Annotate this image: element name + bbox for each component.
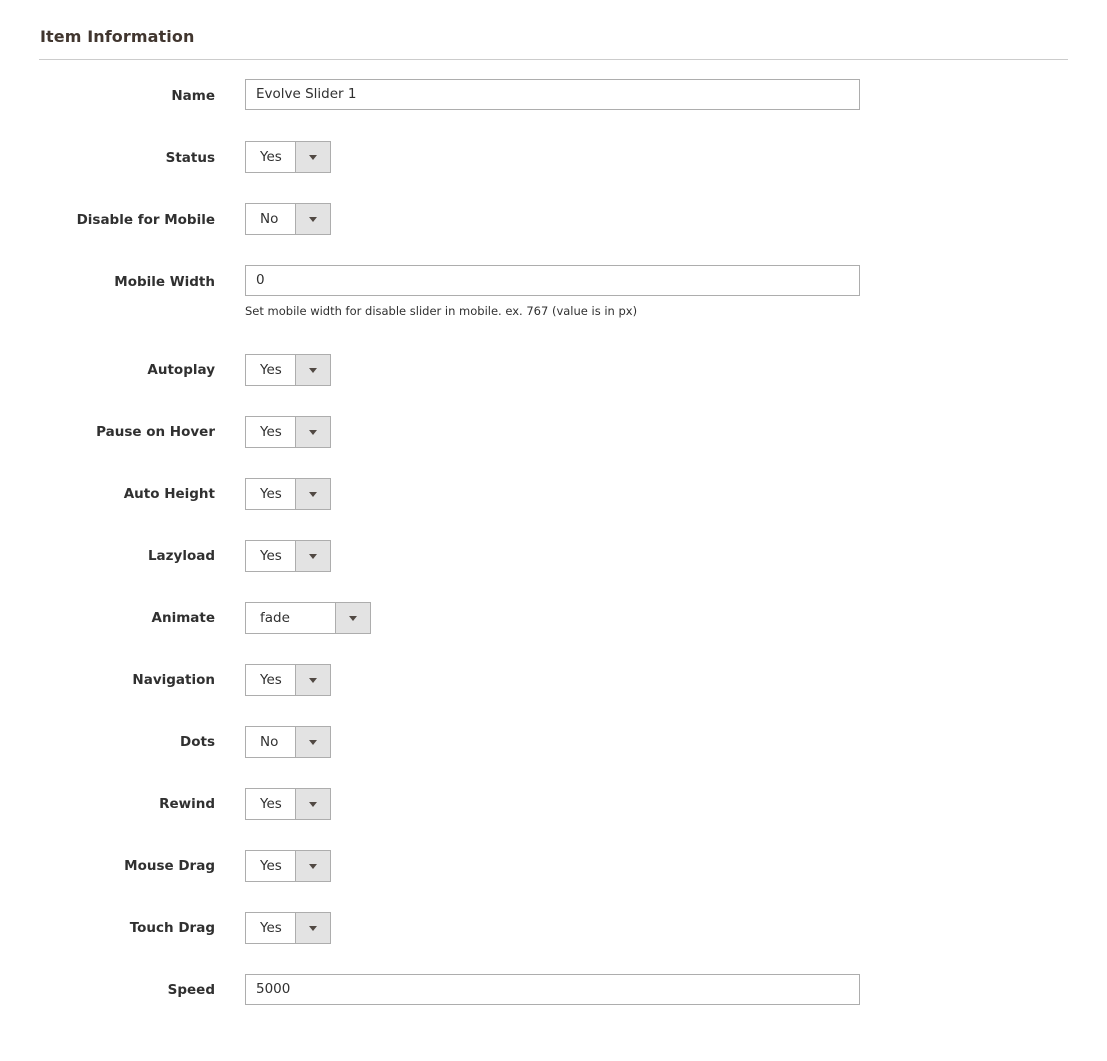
dots-select[interactable]: No bbox=[245, 726, 331, 758]
chevron-down-icon bbox=[309, 491, 317, 497]
status-select-arrow[interactable] bbox=[295, 142, 330, 172]
mouse-drag-select[interactable]: Yes bbox=[245, 850, 331, 882]
navigation-label: Navigation bbox=[132, 672, 215, 688]
mobile-width-input[interactable] bbox=[245, 265, 860, 296]
chevron-down-icon bbox=[309, 801, 317, 807]
name-input[interactable] bbox=[245, 79, 860, 110]
chevron-down-icon bbox=[309, 429, 317, 435]
touch-drag-select-arrow[interactable] bbox=[295, 913, 330, 943]
mouse-drag-select-value: Yes bbox=[260, 858, 282, 874]
disable-mobile-select-arrow[interactable] bbox=[295, 204, 330, 234]
pause-hover-select-value: Yes bbox=[260, 424, 282, 440]
touch-drag-select-value: Yes bbox=[260, 920, 282, 936]
auto-height-select-value: Yes bbox=[260, 486, 282, 502]
navigation-select[interactable]: Yes bbox=[245, 664, 331, 696]
speed-input[interactable] bbox=[245, 974, 860, 1005]
navigation-select-arrow[interactable] bbox=[295, 665, 330, 695]
auto-height-select[interactable]: Yes bbox=[245, 478, 331, 510]
navigation-select-value: Yes bbox=[260, 672, 282, 688]
animate-select-arrow[interactable] bbox=[335, 603, 370, 633]
auto-height-label: Auto Height bbox=[123, 486, 215, 502]
chevron-down-icon bbox=[309, 367, 317, 373]
lazyload-select-value: Yes bbox=[260, 548, 282, 564]
autoplay-label: Autoplay bbox=[147, 362, 215, 378]
autoplay-select[interactable]: Yes bbox=[245, 354, 331, 386]
mobile-width-note: Set mobile width for disable slider in m… bbox=[245, 304, 638, 318]
chevron-down-icon bbox=[309, 553, 317, 559]
chevron-down-icon bbox=[309, 677, 317, 683]
disable-mobile-label: Disable for Mobile bbox=[76, 212, 215, 228]
chevron-down-icon bbox=[309, 739, 317, 745]
dots-select-value: No bbox=[260, 734, 279, 750]
lazyload-select[interactable]: Yes bbox=[245, 540, 331, 572]
status-select[interactable]: Yes bbox=[245, 141, 331, 173]
touch-drag-label: Touch Drag bbox=[129, 920, 215, 936]
auto-height-select-arrow[interactable] bbox=[295, 479, 330, 509]
autoplay-select-arrow[interactable] bbox=[295, 355, 330, 385]
animate-select[interactable]: fade bbox=[245, 602, 371, 634]
chevron-down-icon bbox=[309, 154, 317, 160]
mouse-drag-label: Mouse Drag bbox=[124, 858, 215, 874]
pause-hover-select[interactable]: Yes bbox=[245, 416, 331, 448]
touch-drag-select[interactable]: Yes bbox=[245, 912, 331, 944]
mobile-width-label: Mobile Width bbox=[114, 274, 215, 290]
animate-label: Animate bbox=[151, 610, 215, 626]
pause-hover-select-arrow[interactable] bbox=[295, 417, 330, 447]
dots-select-arrow[interactable] bbox=[295, 727, 330, 757]
dots-label: Dots bbox=[180, 734, 215, 750]
status-label: Status bbox=[165, 150, 215, 166]
section-divider bbox=[39, 59, 1068, 60]
rewind-select-arrow[interactable] bbox=[295, 789, 330, 819]
lazyload-select-arrow[interactable] bbox=[295, 541, 330, 571]
chevron-down-icon bbox=[349, 615, 357, 621]
chevron-down-icon bbox=[309, 216, 317, 222]
section-title: Item Information bbox=[40, 27, 195, 46]
rewind-select[interactable]: Yes bbox=[245, 788, 331, 820]
chevron-down-icon bbox=[309, 863, 317, 869]
disable-mobile-select-value: No bbox=[260, 211, 279, 227]
chevron-down-icon bbox=[309, 925, 317, 931]
rewind-label: Rewind bbox=[159, 796, 215, 812]
speed-label: Speed bbox=[167, 982, 215, 998]
rewind-select-value: Yes bbox=[260, 796, 282, 812]
disable-mobile-select[interactable]: No bbox=[245, 203, 331, 235]
lazyload-label: Lazyload bbox=[147, 548, 215, 564]
pause-hover-label: Pause on Hover bbox=[96, 424, 215, 440]
mouse-drag-select-arrow[interactable] bbox=[295, 851, 330, 881]
animate-select-value: fade bbox=[260, 610, 290, 626]
status-select-value: Yes bbox=[260, 149, 282, 165]
name-label: Name bbox=[171, 88, 215, 104]
autoplay-select-value: Yes bbox=[260, 362, 282, 378]
